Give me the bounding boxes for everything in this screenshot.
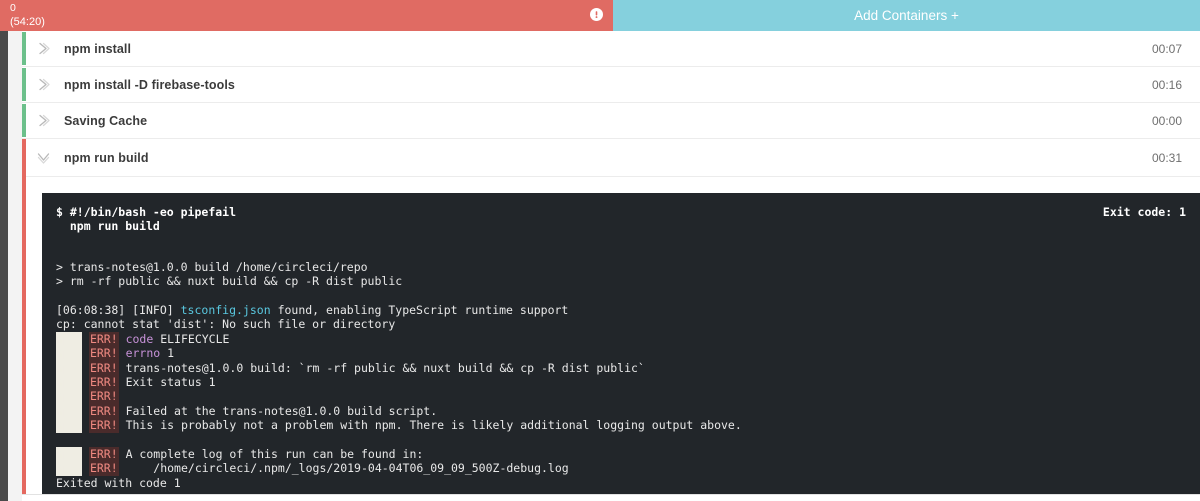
build-duration: (54:20) xyxy=(10,16,45,28)
step-duration: 00:00 xyxy=(1151,113,1182,128)
build-step-viewer: 0 (54:20) Add Containers + npm install 0… xyxy=(0,0,1200,501)
err-tag: ERR! xyxy=(88,375,119,390)
err-tag: ERR! xyxy=(88,346,119,361)
step-duration: 00:31 xyxy=(1151,150,1182,165)
step-header[interactable]: npm run build 00:31 xyxy=(22,139,1200,177)
step-status-indicator xyxy=(22,104,26,137)
npm-error-message: ELIFECYCLE xyxy=(153,331,230,346)
terminal-body: > trans-notes@1.0.0 build /home/circleci… xyxy=(56,260,1186,490)
err-tag: ERR! xyxy=(88,447,119,462)
npm-error-message: Failed at the trans-notes@1.0.0 build sc… xyxy=(125,403,438,418)
terminal-npm-error-line: npm ERR! /home/circleci/.npm/_logs/2019-… xyxy=(56,461,1186,476)
step-status-indicator xyxy=(22,32,26,65)
left-gutter xyxy=(8,0,22,501)
step-row[interactable]: Saving Cache 00:00 xyxy=(22,103,1200,139)
left-nav-rail xyxy=(0,0,8,501)
terminal-line: > trans-notes@1.0.0 build /home/circleci… xyxy=(56,259,368,274)
err-tag: ERR! xyxy=(88,389,119,404)
terminal-npm-error-line: npm ERR! Failed at the trans-notes@1.0.0… xyxy=(56,403,1186,419)
step-status-indicator xyxy=(22,68,26,101)
err-tag: ERR! xyxy=(88,461,119,476)
npm-tag: npm xyxy=(56,403,82,419)
npm-error-keyword: code xyxy=(125,331,154,346)
terminal-output[interactable]: $ #!/bin/bash -eo pipefail npm run build… xyxy=(42,193,1200,501)
npm-tag: npm xyxy=(56,447,82,462)
terminal-info-line: [06:08:38] [INFO] tsconfig.json found, e… xyxy=(56,303,569,318)
npm-error-message: A complete log of this run can be found … xyxy=(125,447,424,462)
npm-error-message: /home/circleci/.npm/_logs/2019-04-04T06_… xyxy=(125,461,569,476)
npm-error-message: trans-notes@1.0.0 build: `rm -rf public … xyxy=(125,360,645,375)
terminal-npm-error-line: npm ERR! trans-notes@1.0.0 build: `rm -r… xyxy=(56,360,1186,376)
add-containers-button[interactable]: Add Containers + xyxy=(613,0,1200,31)
chevron-right-icon[interactable] xyxy=(22,77,64,92)
npm-error-keyword: errno xyxy=(125,346,161,361)
terminal-shebang: $ #!/bin/bash -eo pipefail xyxy=(56,205,237,219)
terminal-npm-error-line: npm ERR! A complete log of this run can … xyxy=(56,447,1186,462)
npm-tag: npm xyxy=(56,461,82,476)
err-tag: ERR! xyxy=(88,418,119,433)
terminal-line: > rm -rf public && nuxt build && cp -R d… xyxy=(56,274,403,289)
step-title: npm run build xyxy=(64,150,149,165)
bottom-divider xyxy=(22,494,1200,495)
build-number: 0 xyxy=(10,2,16,14)
build-summary-bar[interactable]: 0 (54:20) xyxy=(0,0,613,31)
terminal-line: Exited with code 1 xyxy=(56,475,181,490)
tsconfig-filename: tsconfig.json xyxy=(180,303,271,318)
terminal-npm-error-line: npm ERR! Exit status 1 xyxy=(56,375,1186,390)
terminal-npm-error-line: npm ERR! errno 1 xyxy=(56,346,1186,361)
npm-tag: npm xyxy=(56,331,82,347)
step-title: npm install -D firebase-tools xyxy=(64,77,235,92)
step-title: Saving Cache xyxy=(64,113,148,128)
step-row-expanded: npm run build 00:31 $ #!/bin/bash -eo pi… xyxy=(22,139,1200,501)
npm-tag: npm xyxy=(56,389,82,404)
step-title: npm install xyxy=(64,41,132,56)
npm-tag: npm xyxy=(56,360,82,376)
terminal-command: npm run build xyxy=(56,219,160,234)
terminal-container: $ #!/bin/bash -eo pipefail npm run build… xyxy=(22,177,1200,501)
err-tag: ERR! xyxy=(88,403,119,419)
terminal-npm-error-line: npm ERR! This is probably not a problem … xyxy=(56,418,1186,433)
npm-tag: npm xyxy=(56,346,82,361)
bottom-strip xyxy=(22,495,1200,501)
steps-list: npm install 00:07 npm install -D firebas… xyxy=(22,31,1200,501)
add-containers-label: Add Containers + xyxy=(854,8,959,23)
exclamation-circle-icon[interactable] xyxy=(590,8,603,21)
terminal-line: cp: cannot stat 'dist': No such file or … xyxy=(56,317,396,332)
chevron-down-icon[interactable] xyxy=(22,151,64,164)
npm-error-message: This is probably not a problem with npm.… xyxy=(125,418,742,433)
exit-code-label: Exit code: 1 xyxy=(1102,205,1186,219)
step-status-indicator xyxy=(22,139,26,501)
chevron-right-icon[interactable] xyxy=(22,113,64,128)
terminal-header: $ #!/bin/bash -eo pipefail npm run build… xyxy=(56,205,1186,234)
npm-error-message: 1 xyxy=(160,346,175,361)
step-duration: 00:07 xyxy=(1151,41,1182,56)
npm-error-message: Exit status 1 xyxy=(125,375,216,390)
npm-tag: npm xyxy=(56,418,82,433)
step-row[interactable]: npm install -D firebase-tools 00:16 xyxy=(22,67,1200,103)
top-bar: 0 (54:20) Add Containers + xyxy=(0,0,1200,31)
chevron-right-icon[interactable] xyxy=(22,41,64,56)
terminal-npm-error-line: npm ERR! xyxy=(56,389,1186,404)
npm-tag: npm xyxy=(56,375,82,390)
terminal-npm-error-line: npm ERR! code ELIFECYCLE xyxy=(56,331,1186,347)
step-duration: 00:16 xyxy=(1151,77,1182,92)
err-tag: ERR! xyxy=(88,331,119,347)
err-tag: ERR! xyxy=(88,360,119,376)
step-row[interactable]: npm install 00:07 xyxy=(22,31,1200,67)
